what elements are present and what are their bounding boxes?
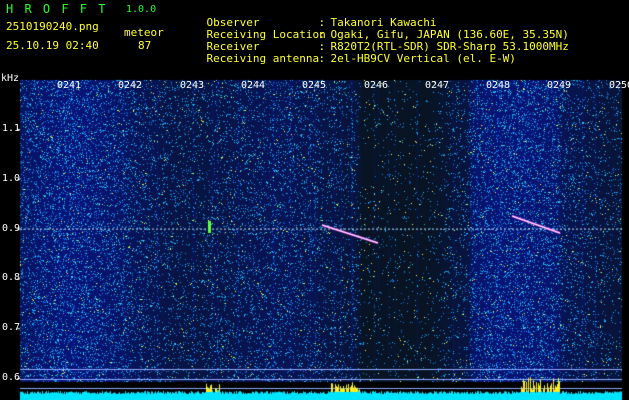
y-tick-label: 0.6 — [2, 372, 21, 383]
timestamp: 25.10.19 02:40 — [6, 39, 99, 52]
meteor-label: meteor — [124, 26, 164, 39]
x-tick-label: 0248 — [486, 80, 511, 91]
x-tick-label: 0250 — [609, 80, 629, 91]
meteor-count: 87 — [138, 39, 152, 52]
filename: 2510190240.png — [6, 20, 99, 33]
y-tick-label: 0.9 — [2, 222, 21, 234]
y-tick-label: 0.8 — [2, 272, 21, 284]
x-tick-label: 0241 — [57, 80, 82, 91]
x-tick-label: 0245 — [302, 80, 327, 91]
app-version: 1.0.0 — [126, 4, 157, 15]
info-label: Receiving antenna — [206, 52, 320, 65]
x-tick-label: 0243 — [180, 80, 205, 91]
x-tick-label: 0247 — [425, 80, 450, 91]
y-tick-label: 1.0 — [2, 172, 21, 184]
y-axis-unit: kHz — [1, 73, 20, 84]
info-antenna: Receiving antenna: 2el-HB9CV Vertical (el… — [206, 52, 516, 65]
x-tick-label: 0246 — [364, 80, 389, 91]
spectrogram-canvas — [0, 78, 629, 400]
y-tick-label: 0.7 — [2, 322, 21, 334]
x-tick-label: 0242 — [118, 80, 143, 91]
info-value: 2el-HB9CV Vertical (el. E-W) — [330, 52, 516, 65]
y-tick-label: 1.1 — [2, 123, 21, 134]
x-tick-label: 0249 — [547, 80, 572, 91]
app-name: H R O F F T — [6, 2, 108, 16]
header-panel: H R O F F T 1.0.0 2510190240.png 25.10.1… — [0, 0, 629, 78]
x-tick-label: 0244 — [241, 80, 266, 91]
